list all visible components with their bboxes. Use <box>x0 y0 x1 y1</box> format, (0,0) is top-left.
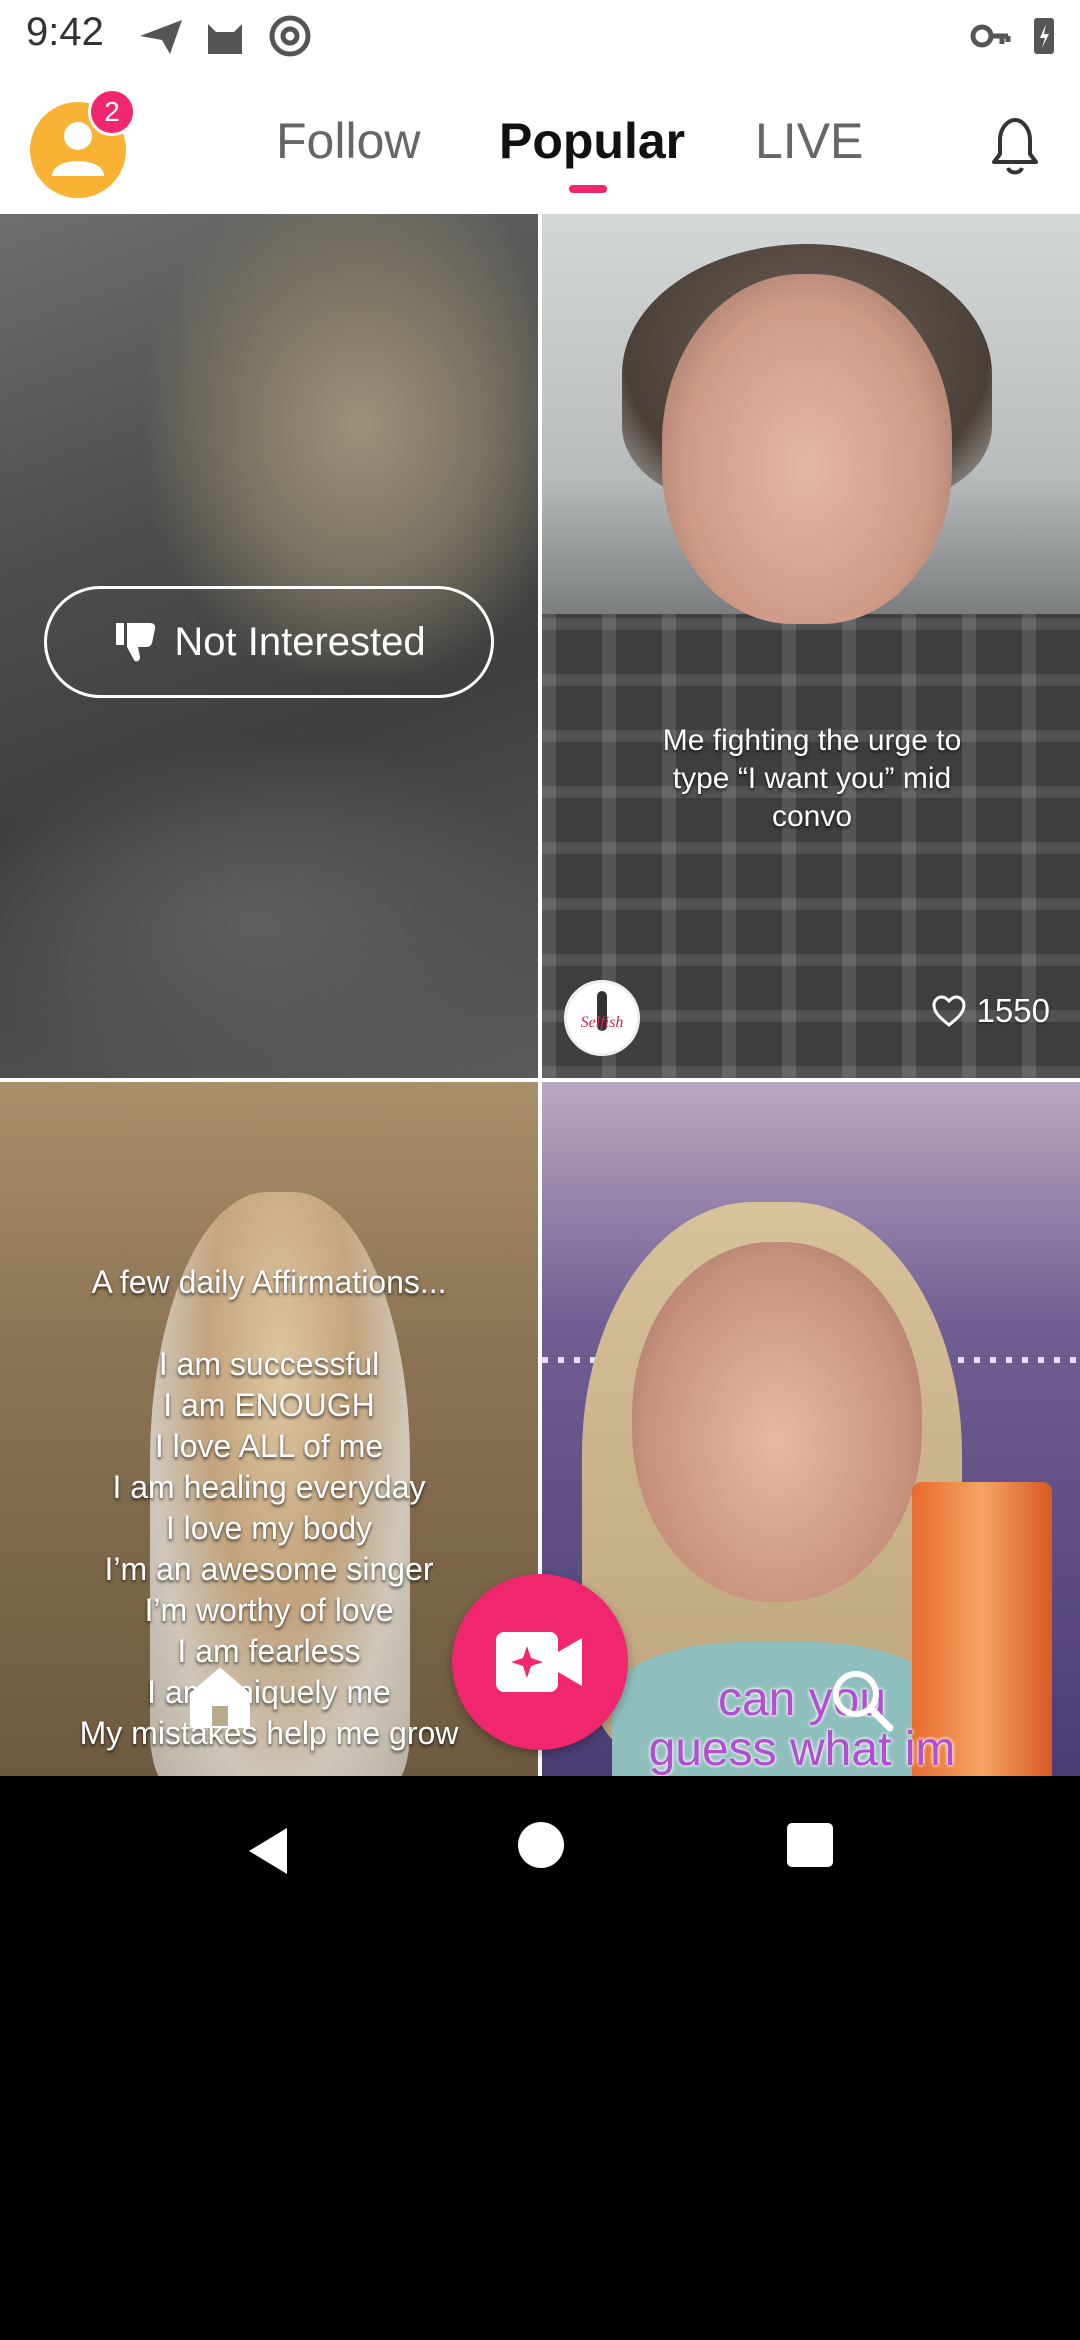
svg-text:Selfish: Selfish <box>581 1014 624 1031</box>
system-home-button[interactable] <box>518 1822 564 1868</box>
like-count-value: 1550 <box>976 992 1050 1029</box>
caption-line: Me fighting the urge to <box>662 724 962 757</box>
caption-line: I am healing everyday <box>112 1469 426 1505</box>
cat-icon <box>208 24 242 54</box>
tab-follow[interactable]: Follow <box>276 112 420 170</box>
thumbs-down-icon <box>116 623 156 662</box>
video-feed-grid: Not Interested Me fighting the urge to t… <box>0 214 1080 1776</box>
caption-line: I am successful <box>158 1346 380 1382</box>
create-video-button[interactable] <box>452 1574 628 1750</box>
video-camera-icon <box>496 1632 582 1692</box>
top-header: 2 Follow Popular LIVE <box>0 72 1080 216</box>
video-tile[interactable]: Not Interested <box>0 214 538 1078</box>
like-count: 1550 <box>931 992 1050 1030</box>
notification-count-badge: 2 <box>88 88 136 136</box>
caption-line: I love ALL of me <box>154 1428 384 1464</box>
video-caption: Me fighting the urge to type “I want you… <box>632 722 992 836</box>
blurred-thumbnail-shadow <box>0 734 538 1078</box>
video-caption: A few daily Affirmations... I am success… <box>20 1262 518 1754</box>
send-icon <box>140 20 182 54</box>
caption-line: I am uniquely me <box>147 1674 391 1710</box>
caption-line: I’m an awesome singer <box>104 1551 434 1587</box>
thumbnail-face <box>632 1242 922 1602</box>
caption-line: guess what im <box>648 1723 956 1776</box>
caption-line: convo <box>771 800 853 833</box>
video-tile[interactable]: Me fighting the urge to type “I want you… <box>542 214 1080 1078</box>
caption-line: I’m worthy of love <box>144 1592 394 1628</box>
caption-line: I am ENOUGH <box>163 1387 375 1423</box>
not-interested-button[interactable]: Not Interested <box>44 586 494 698</box>
home-icon[interactable] <box>186 1666 254 1730</box>
key-icon <box>970 24 1011 48</box>
caption-line: A few daily Affirmations... <box>91 1264 447 1300</box>
caption-line: My mistakes help me grow <box>79 1715 459 1751</box>
creator-logo: Selfish <box>581 991 624 1031</box>
caption-line: can you <box>717 1673 887 1726</box>
caption-line: I am fearless <box>177 1633 361 1669</box>
system-nav-bar <box>0 1776 1080 1916</box>
caption-line: type “I want you” mid <box>672 762 952 795</box>
active-tab-indicator <box>569 185 607 193</box>
status-time: 9:42 <box>26 10 104 54</box>
bell-icon[interactable] <box>980 110 1050 180</box>
tab-live[interactable]: LIVE <box>755 112 863 170</box>
status-bar: 9:42 <box>0 0 1080 72</box>
heart-icon <box>932 995 966 1027</box>
caption-line: I love my body <box>165 1510 373 1546</box>
at-icon <box>269 15 311 57</box>
thumbnail-face <box>662 274 952 624</box>
battery-icon <box>1034 18 1054 54</box>
search-icon[interactable] <box>828 1666 896 1734</box>
not-interested-label: Not Interested <box>174 619 426 664</box>
tab-popular[interactable]: Popular <box>499 112 685 170</box>
recent-apps-button[interactable] <box>787 1823 833 1867</box>
back-icon[interactable] <box>245 1826 291 1876</box>
creator-avatar[interactable]: Selfish <box>564 980 640 1056</box>
